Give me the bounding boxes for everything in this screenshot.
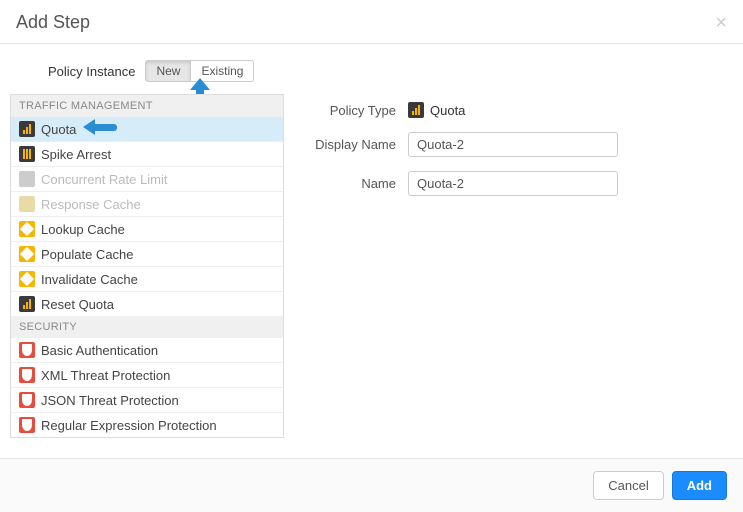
policy-item-basic-auth[interactable]: Basic Authentication <box>11 337 283 362</box>
policy-instance-label: Policy Instance <box>48 64 135 79</box>
reset-quota-icon <box>19 296 35 312</box>
modal-header: Add Step × <box>0 0 743 44</box>
name-input[interactable] <box>408 171 618 196</box>
display-name-input[interactable] <box>408 132 618 157</box>
close-icon[interactable]: × <box>715 13 727 33</box>
policy-item-invalidate-cache[interactable]: Invalidate Cache <box>11 266 283 291</box>
instance-existing-button[interactable]: Existing <box>190 60 254 82</box>
policy-label: Reset Quota <box>41 297 114 312</box>
policy-item-spike-arrest[interactable]: Spike Arrest <box>11 141 283 166</box>
policy-type-value: Quota <box>408 102 465 118</box>
display-name-label: Display Name <box>298 137 408 152</box>
json-threat-icon <box>19 392 35 408</box>
policy-item-response-cache: Response Cache <box>11 191 283 216</box>
name-label: Name <box>298 176 408 191</box>
response-cache-icon <box>19 196 35 212</box>
row-policy-type: Policy Type Quota <box>298 102 733 118</box>
group-security-header: SECURITY <box>11 316 283 337</box>
policy-label: Regular Expression Protection <box>41 418 217 433</box>
policy-label: Populate Cache <box>41 247 134 262</box>
cancel-button[interactable]: Cancel <box>593 471 663 500</box>
add-button[interactable]: Add <box>672 471 727 500</box>
invalidate-cache-icon <box>19 271 35 287</box>
policy-type-label: Policy Type <box>298 103 408 118</box>
policy-item-populate-cache[interactable]: Populate Cache <box>11 241 283 266</box>
policy-label: XML Threat Protection <box>41 368 170 383</box>
policy-label: Basic Authentication <box>41 343 158 358</box>
policy-label: JSON Threat Protection <box>41 393 179 408</box>
concurrent-rate-limit-icon <box>19 171 35 187</box>
modal-title: Add Step <box>16 12 90 33</box>
populate-cache-icon <box>19 246 35 262</box>
body-columns: TRAFFIC MANAGEMENT Quota Spike Arrest Co… <box>10 94 733 438</box>
quota-icon <box>408 102 424 118</box>
form-area: Policy Type Quota Display Name Name <box>298 94 733 210</box>
lookup-cache-icon <box>19 221 35 237</box>
modal-body: Policy Instance New Existing TRAFFIC MAN… <box>0 44 743 438</box>
regex-protection-icon <box>19 417 35 433</box>
policy-item-lookup-cache[interactable]: Lookup Cache <box>11 216 283 241</box>
policy-label: Concurrent Rate Limit <box>41 172 167 187</box>
quota-icon <box>19 121 35 137</box>
policy-list: TRAFFIC MANAGEMENT Quota Spike Arrest Co… <box>10 94 284 438</box>
policy-label: Response Cache <box>41 197 141 212</box>
policy-label: Lookup Cache <box>41 222 125 237</box>
instance-toggle: New Existing <box>145 60 254 82</box>
xml-threat-icon <box>19 367 35 383</box>
policy-instance-row: Policy Instance New Existing <box>10 54 733 94</box>
policy-label: Invalidate Cache <box>41 272 138 287</box>
policy-type-text: Quota <box>430 103 465 118</box>
policy-item-xml-threat[interactable]: XML Threat Protection <box>11 362 283 387</box>
instance-new-button[interactable]: New <box>145 60 191 82</box>
row-display-name: Display Name <box>298 132 733 157</box>
policy-label: Quota <box>41 122 76 137</box>
row-name: Name <box>298 171 733 196</box>
arrow-annotation-quota <box>85 119 119 135</box>
spike-arrest-icon <box>19 146 35 162</box>
basic-auth-icon <box>19 342 35 358</box>
policy-label: Spike Arrest <box>41 147 111 162</box>
policy-item-regex-protection[interactable]: Regular Expression Protection <box>11 412 283 437</box>
policy-item-reset-quota[interactable]: Reset Quota <box>11 291 283 316</box>
policy-item-json-threat[interactable]: JSON Threat Protection <box>11 387 283 412</box>
policy-item-quota[interactable]: Quota <box>11 116 283 141</box>
modal-footer: Cancel Add <box>0 458 743 512</box>
policy-item-concurrent-rate-limit: Concurrent Rate Limit <box>11 166 283 191</box>
group-traffic-header: TRAFFIC MANAGEMENT <box>11 95 283 116</box>
